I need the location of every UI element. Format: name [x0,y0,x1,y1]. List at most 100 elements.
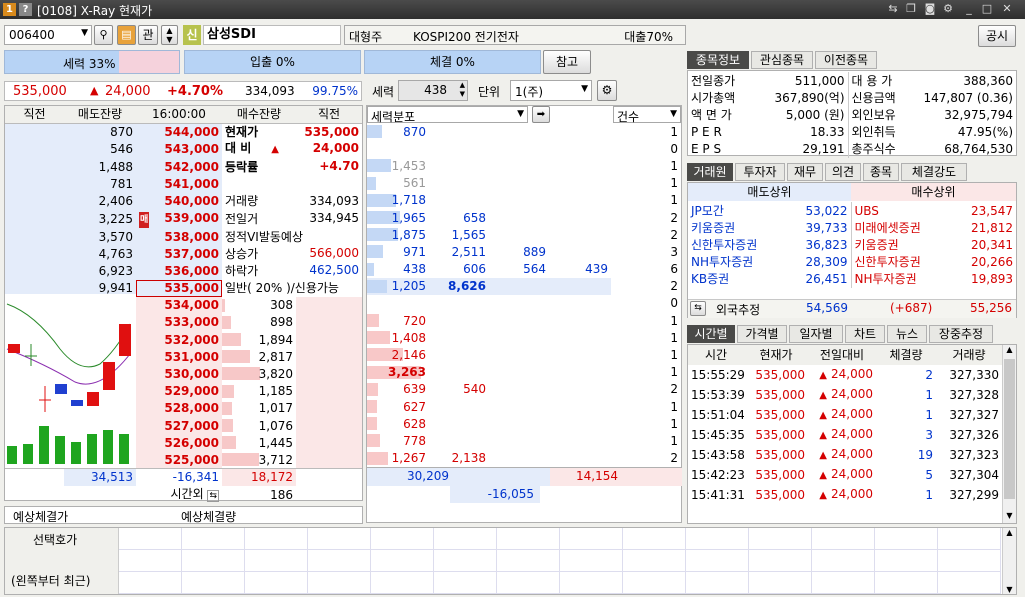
ask-row[interactable]: 6,923 536,000 하락가 462,500 [5,262,362,280]
ask-price[interactable]: 540,000 [136,192,222,210]
bid-price[interactable]: 527,000 [136,417,222,435]
ask-price[interactable]: 매 539,000 [136,209,222,228]
search-button[interactable]: ⚲ [94,25,113,45]
ask-price[interactable]: 543,000 [136,140,222,159]
ask-remain: 2,406 [64,192,136,210]
ask-row[interactable]: 781 541,000 [5,175,362,193]
broker-row[interactable]: NH투자증권 28,309 신한투자증권 20,266 [688,253,1016,271]
tab-info-2[interactable]: 이전종목 [815,51,877,69]
ask-row[interactable]: 2,406 540,000 거래량 334,093 [5,192,362,210]
tab-time-1[interactable]: 가격별 [737,325,787,343]
tab-broker-0[interactable]: 거래원 [687,163,733,181]
tab-time-2[interactable]: 일자별 [789,325,843,343]
interest-button[interactable]: 관 [138,25,158,45]
tab-broker-4[interactable]: 종목 [863,163,899,181]
ask-prev [5,123,64,141]
ask-row[interactable]: 3,225 매 539,000 전일거 334,945 [5,209,362,228]
buy-broker: 미래에셋증권 [850,219,946,237]
gear-button[interactable]: ⚙ [597,80,617,101]
swap-icon[interactable]: ⇆ [690,301,706,316]
ask-row[interactable]: 1,488 542,000 등락률 +4.70 [5,158,362,176]
scroll-up-icon[interactable]: ▲ [1003,528,1016,537]
swap-icon[interactable]: ⇆ [207,489,219,502]
bid-price[interactable]: 528,000 [136,399,222,417]
bid-price[interactable]: 531,000 [136,348,222,366]
settings-icon[interactable]: ⚙ [941,2,955,16]
broker-table: JP모간 53,022 UBS 23,547 키움증권 39,733 미래에셋증권 21,81… [688,202,1016,288]
quote-scrollbar[interactable]: ▲ ▼ [1002,528,1016,594]
quote-cell [749,572,812,594]
camera-icon[interactable]: ◙ [923,2,937,16]
ask-row[interactable]: 870 544,000 현재가 535,000 [5,123,362,141]
tab-time-0[interactable]: 시간별 [687,325,735,343]
tab-broker-2[interactable]: 재무 [787,163,823,181]
next-button[interactable]: ➡ [532,106,550,123]
tab-broker-1[interactable]: 투자자 [735,163,785,181]
scroll-down-icon[interactable]: ▼ [1003,511,1016,523]
bid-price[interactable]: 530,000 [136,365,222,383]
force-bar [367,279,388,293]
tab-time-4[interactable]: 뉴스 [887,325,927,343]
force-dist-select[interactable]: 세력분포 ▼ [367,106,528,124]
scrollbar[interactable]: ▲ ▼ [1002,345,1016,523]
ask-row[interactable]: 4,763 537,000 상승가 566,000 [5,245,362,263]
ask-price[interactable]: 541,000 [136,175,222,193]
volume-bar [55,436,65,464]
scroll-down-icon[interactable]: ▼ [1003,585,1016,594]
bid-price[interactable]: 534,000 [136,296,222,314]
force-cell [429,415,489,432]
ask-price[interactable]: 542,000 [136,158,222,176]
sell-broker: KB증권 [691,272,730,287]
title-bar: 1 ? [0108] X-Ray 현재가 ⇆ ❐ ◙ ⚙ _ □ ✕ [0,0,1025,19]
unit-select[interactable]: 1(주) ▼ [510,80,592,101]
help-icon[interactable]: ? [19,3,32,16]
scroll-thumb[interactable] [1004,359,1015,499]
ask-row[interactable]: 3,570 538,000 정적VI발동예상 [5,227,362,246]
ask-price[interactable]: 544,000 [136,123,222,141]
trade-time: 15:53:39 [691,388,744,402]
ask-price[interactable]: 535,000 [136,279,222,297]
bid-price[interactable]: 533,000 [136,313,222,332]
sell-broker-volume: 26,451 [805,272,848,287]
copy-icon[interactable]: ❐ [904,2,918,16]
ask-price[interactable]: 536,000 [136,262,222,280]
tab-time-5[interactable]: 장중추정 [929,325,993,343]
tab-broker-3[interactable]: 의견 [825,163,861,181]
tab-info-0[interactable]: 종목정보 [687,51,749,69]
count-header[interactable]: 건수 ▼ [613,106,681,124]
quote-cell [812,550,875,572]
bid-price[interactable]: 532,000 [136,331,222,349]
ask-row[interactable]: 546 543,000 대 비 ▲ 24,000 [5,140,362,159]
ask-price[interactable]: 537,000 [136,245,222,263]
force-value: 438 [424,83,447,97]
tab-broker-5[interactable]: 체결강도 [901,163,967,181]
broker-row[interactable]: JP모간 53,022 UBS 23,547 [688,202,1016,220]
force-ratio-fill [119,51,179,73]
ask-price[interactable]: 538,000 [136,227,222,246]
info-right-value: 388,360 [963,73,1013,88]
ask-prev [5,158,64,176]
bid-price[interactable]: 525,000 [136,451,222,469]
force-stepper[interactable]: 438 ▲ ▼ [398,80,468,101]
close-icon[interactable]: ✕ [1000,2,1014,16]
scroll-up-icon[interactable]: ▲ [1003,345,1016,357]
broker-row[interactable]: KB증권 26,451 NH투자증권 19,893 [688,270,1016,288]
folder-button[interactable]: ▤ [117,25,136,45]
notice-button[interactable]: 공시 [978,25,1016,47]
bid-price[interactable]: 526,000 [136,434,222,452]
bid-remain: 308 [222,297,296,314]
reference-button[interactable]: 참고 [543,50,591,74]
broker-row[interactable]: 신한투자증권 36,823 키움증권 20,341 [688,236,1016,254]
minimize-icon[interactable]: _ [962,2,976,16]
force-cell [489,140,549,157]
tab-time-3[interactable]: 차트 [845,325,885,343]
broker-row[interactable]: 키움증권 39,733 미래에셋증권 21,812 [688,219,1016,237]
bid-price[interactable]: 529,000 [136,382,222,400]
force-cell [549,364,611,381]
updown-button[interactable]: ▲ ▼ [161,25,178,45]
trade-volume: 327,328 [949,388,999,402]
stock-code-select[interactable]: 006400 ▼ [4,25,92,45]
tab-info-1[interactable]: 관심종목 [751,51,813,69]
maximize-icon[interactable]: □ [980,2,994,16]
link-icon[interactable]: ⇆ [886,2,900,16]
